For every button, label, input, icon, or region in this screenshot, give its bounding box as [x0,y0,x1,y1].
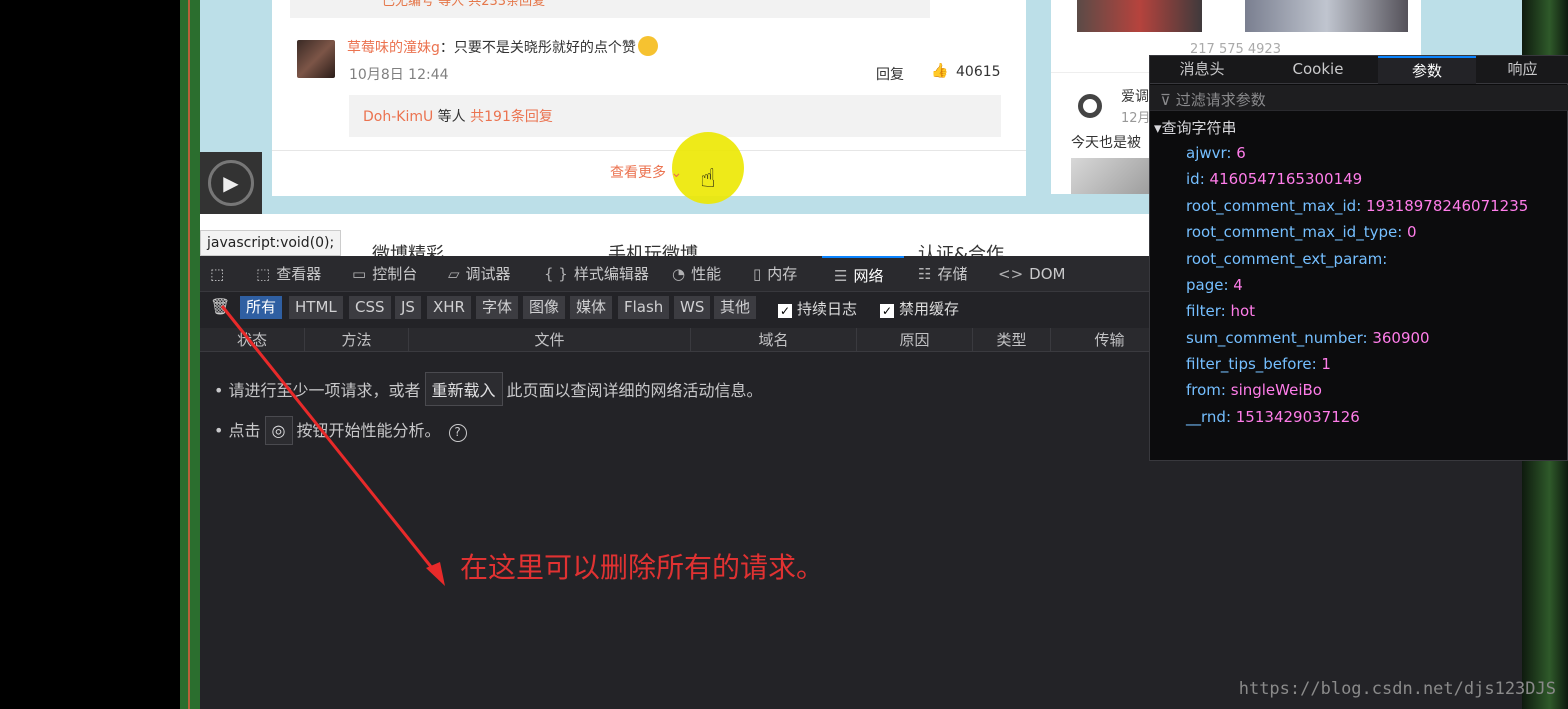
params-tab-bar: 消息头 Cookie 参数 响应 [1150,56,1568,84]
hand-cursor-icon: ☝ [700,164,716,194]
tab-headers[interactable]: 消息头 [1150,56,1254,84]
param-row[interactable]: root_comment_ext_param: [1186,250,1387,268]
previous-reply-summary: 已无编号 等人 共233条回复 [290,0,930,18]
param-value: 360900 [1372,329,1430,347]
side-date: 12月 [1121,111,1151,126]
play-icon[interactable]: ▶ [208,160,254,206]
param-value: 1513429037126 [1235,408,1360,426]
param-value: 0 [1407,223,1417,241]
side-avatar[interactable] [1078,94,1102,118]
watermark: https://blog.csdn.net/djs123DJS [1238,679,1556,699]
param-key: __rnd [1186,408,1226,426]
param-key: sum_comment_number [1186,329,1363,347]
divider [272,150,1026,151]
side-post-text: 今天也是被 [1071,135,1141,151]
param-key: from [1186,381,1221,399]
request-params-panel: 消息头 Cookie 参数 响应 ⊽ 过滤请求参数 ▾查询字符串 ajwvr: … [1149,55,1568,461]
sub-reply-user-link[interactable]: Doh-KimU [363,109,433,125]
param-value: 6 [1236,144,1246,162]
side-user-name[interactable]: 爱调 [1121,86,1149,106]
tab-params[interactable]: 参数 [1378,56,1476,84]
param-value: 1 [1321,355,1331,373]
filter-placeholder: 过滤请求参数 [1175,91,1266,109]
param-row[interactable]: id: 4160547165300149 [1186,170,1362,188]
status-bar-url: javascript:void(0); [200,230,342,256]
tab-response[interactable]: 响应 [1476,56,1568,84]
param-row[interactable]: root_comment_max_id: 19318978246071235 [1186,197,1528,215]
footer-link-mobile[interactable]: 手机玩微博 [608,240,698,256]
param-row[interactable]: filter_tips_before: 1 [1186,355,1331,373]
video-player[interactable]: ▶ [200,152,262,214]
footer-link-cooperation[interactable]: 认证&合作 [918,240,1004,256]
param-row[interactable]: page: 4 [1186,276,1243,294]
comment-date: 10月8日 12:44 [349,67,449,83]
sub-reply-mid: 等人 [433,109,471,125]
param-value: 4160547165300149 [1209,170,1363,188]
desktop-edge-left [180,0,200,709]
thumbnail-image[interactable] [1077,0,1202,32]
query-string-section[interactable]: ▾查询字符串 [1150,114,1568,138]
param-value: 19318978246071235 [1366,197,1529,215]
param-key: id [1186,170,1200,188]
sub-reply-count-link[interactable]: 共191条回复 [470,109,553,125]
desktop-edge-line [188,0,190,709]
annotation-text: 在这里可以删除所有的请求。 [460,551,825,584]
comment-body: ：只要不是关晓彤就好的点个赞 [439,40,636,56]
param-row[interactable]: from: singleWeiBo [1186,381,1322,399]
param-value: singleWeiBo [1230,381,1322,399]
thumbnail-image[interactable] [1245,0,1408,32]
side-post-image[interactable] [1071,158,1151,194]
like-count: 40615 [956,64,1001,80]
param-key: filter_tips_before [1186,355,1312,373]
param-key: root_comment_max_id [1186,197,1357,215]
see-more-link[interactable]: 查看更多 ⌄ [610,162,682,182]
reply-button[interactable]: 回复 [876,64,904,84]
param-row[interactable]: sum_comment_number: 360900 [1186,329,1430,347]
chevron-down-icon: ⌄ [670,165,683,181]
param-row[interactable]: filter: hot [1186,302,1255,320]
param-row[interactable]: ajwvr: 6 [1186,144,1246,162]
comment-text: 草莓味的潼妹g：只要不是关晓彤就好的点个赞 [347,36,658,57]
params-filter-input[interactable]: ⊽ 过滤请求参数 [1150,85,1568,111]
param-row[interactable]: __rnd: 1513429037126 [1186,408,1360,426]
param-value: hot [1230,302,1256,320]
param-row[interactable]: root_comment_max_id_type: 0 [1186,223,1417,241]
avatar[interactable] [297,40,335,78]
param-key: filter [1186,302,1221,320]
see-more-label: 查看更多 [610,165,666,181]
section-title: 查询字符串 [1161,119,1237,137]
emoji-icon [637,36,658,56]
param-key: page [1186,276,1224,294]
footer-link-featured[interactable]: 微博精彩 [372,240,444,256]
param-key: ajwvr [1186,144,1227,162]
like-icon[interactable]: 👍 [931,63,948,79]
triangle-down-icon: ▾ [1154,119,1162,137]
filter-icon: ⊽ [1160,91,1171,109]
param-value: 4 [1233,276,1243,294]
sub-reply-summary: Doh-KimU 等人 共191条回复 [349,95,1001,137]
param-key: root_comment_ext_param [1186,250,1383,268]
tab-cookie[interactable]: Cookie [1262,56,1374,84]
comment-user-link[interactable]: 草莓味的潼妹g [347,40,440,56]
screen: 已无编号 等人 共233条回复 草莓味的潼妹g：只要不是关晓彤就好的点个赞 10… [0,0,1568,709]
param-key: root_comment_max_id_type [1186,223,1398,241]
